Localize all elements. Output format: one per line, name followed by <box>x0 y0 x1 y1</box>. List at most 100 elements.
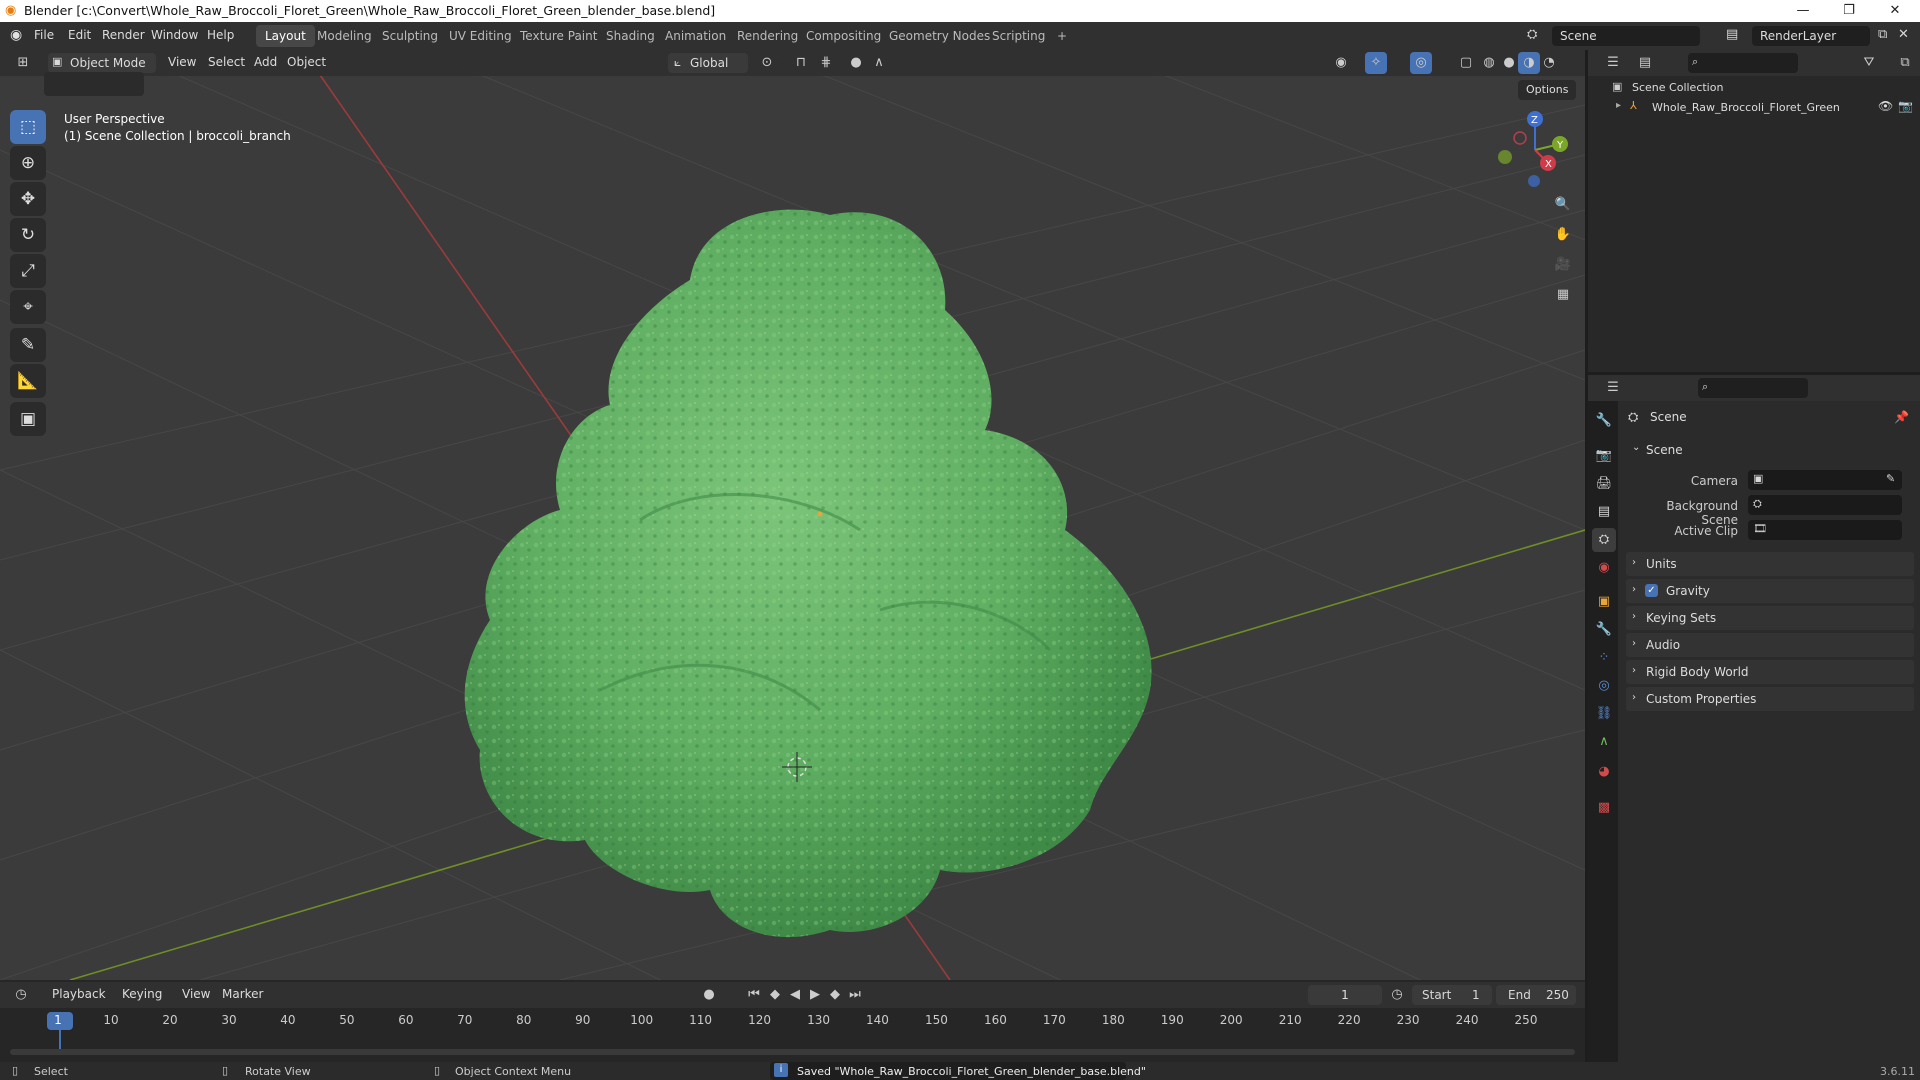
blender-menu-icon[interactable]: ◉ <box>10 27 22 43</box>
timeline-menu-playback[interactable]: Playback <box>52 987 106 1001</box>
add-workspace-button[interactable]: + <box>1048 25 1076 47</box>
physics-tab-icon[interactable]: ◎ <box>1592 674 1616 698</box>
outliner-search-input[interactable] <box>1688 53 1798 73</box>
object-tab-icon[interactable]: ▣ <box>1592 590 1616 614</box>
menu-window[interactable]: Window <box>151 28 198 42</box>
display-mode-icon[interactable]: ▤ <box>1634 52 1656 74</box>
panel-gravity[interactable]: Gravity <box>1626 579 1914 603</box>
output-tab-icon[interactable]: 🖨 <box>1592 472 1616 496</box>
tab-compositing[interactable]: Compositing <box>797 25 890 47</box>
render-camera-icon[interactable]: 📷 <box>1898 99 1913 113</box>
gravity-checkbox[interactable]: ✓ <box>1645 584 1658 597</box>
visibility-eye-icon[interactable]: 👁 <box>1878 99 1893 113</box>
panel-custom-properties[interactable]: Custom Properties <box>1626 687 1914 711</box>
properties-editor-type-icon[interactable]: ☰ <box>1602 377 1624 399</box>
move-tool-icon[interactable]: ✥ <box>10 182 46 216</box>
active-clip-field[interactable] <box>1748 520 1902 540</box>
falloff-icon[interactable]: ∧ <box>868 52 890 74</box>
visibility-icon[interactable]: ◉ <box>1330 52 1352 74</box>
material-shading-icon[interactable]: ◑ <box>1518 52 1540 74</box>
particles-tab-icon[interactable]: ⁘ <box>1592 646 1616 670</box>
overlays-toggle-icon[interactable]: ◎ <box>1410 52 1432 74</box>
rendered-shading-icon[interactable]: ◔ <box>1538 52 1560 74</box>
properties-search-input[interactable] <box>1698 378 1808 398</box>
cursor-tool-icon[interactable]: ⊕ <box>10 146 46 180</box>
background-scene-field[interactable] <box>1748 495 1902 515</box>
editor-type-icon[interactable]: ⊞ <box>12 52 34 74</box>
menu-help[interactable]: Help <box>207 28 234 42</box>
panel-units[interactable]: Units <box>1626 552 1914 576</box>
panel-keying-sets[interactable]: Keying Sets <box>1626 606 1914 630</box>
current-frame-field[interactable]: 1 <box>1308 985 1382 1005</box>
maximize-button[interactable]: ❐ <box>1826 0 1872 22</box>
scene-tab-icon[interactable]: ⛭ <box>1592 528 1616 552</box>
scene-browse-icon[interactable]: ⛭ <box>1527 27 1537 42</box>
view-layer-field[interactable]: RenderLayer <box>1752 26 1870 46</box>
timeline-scrollbar[interactable] <box>10 1049 1575 1055</box>
broccoli-mesh[interactable] <box>464 209 1152 938</box>
timeline-menu-keying[interactable]: Keying <box>122 987 162 1001</box>
add-view-layer-icon[interactable]: ⧉ <box>1878 27 1887 42</box>
tab-uv-editing[interactable]: UV Editing <box>440 25 521 47</box>
gizmo-toggle-icon[interactable]: ✧ <box>1365 52 1387 74</box>
solid-shading-icon[interactable]: ● <box>1498 52 1520 74</box>
camera-view-icon[interactable]: 🎥 <box>1552 254 1574 276</box>
modifier-tab-icon[interactable]: 🔧 <box>1592 618 1616 642</box>
tab-texture-paint[interactable]: Texture Paint <box>511 25 606 47</box>
viewport-menu-object[interactable]: Object <box>287 55 326 69</box>
menu-file[interactable]: File <box>34 28 54 42</box>
pan-hand-icon[interactable]: ✋ <box>1552 224 1574 246</box>
wireframe-shading-icon[interactable]: ◍ <box>1478 52 1500 74</box>
auto-keying-icon[interactable]: ● <box>698 984 720 1006</box>
filter-icon[interactable]: ⛛ <box>1858 52 1880 74</box>
timeline-menu-marker[interactable]: Marker <box>222 987 263 1001</box>
menu-edit[interactable]: Edit <box>68 28 91 42</box>
minimize-button[interactable]: — <box>1780 0 1826 22</box>
add-cube-tool-icon[interactable]: ▣ <box>10 402 46 436</box>
texture-tab-icon[interactable]: ▩ <box>1592 796 1616 820</box>
eyedropper-icon[interactable]: ✎ <box>1886 472 1895 485</box>
view-layer-tab-icon[interactable]: ▤ <box>1592 500 1616 524</box>
prev-keyframe-icon[interactable]: ◆ <box>764 984 786 1006</box>
object-mode-dropdown[interactable]: Object Mode <box>48 53 156 73</box>
preview-range-icon[interactable]: ◷ <box>1386 984 1408 1006</box>
material-tab-icon[interactable]: ◕ <box>1592 760 1616 784</box>
zoom-icon[interactable]: 🔍 <box>1552 194 1574 216</box>
outliner-scene-collection[interactable]: Scene Collection <box>1632 81 1723 94</box>
timeline-editor-type-icon[interactable]: ◷ <box>10 984 32 1006</box>
data-tab-icon[interactable]: ∧ <box>1592 730 1616 754</box>
play-reverse-icon[interactable]: ◀ <box>784 984 806 1006</box>
tab-geometry-nodes[interactable]: Geometry Nodes <box>880 25 999 47</box>
scale-tool-icon[interactable]: ⤢ <box>10 254 46 288</box>
xray-icon[interactable]: ▢ <box>1455 52 1477 74</box>
pin-icon[interactable]: 📌 <box>1894 410 1909 424</box>
viewport-menu-add[interactable]: Add <box>254 55 277 69</box>
annotate-tool-icon[interactable]: ✎ <box>10 328 46 362</box>
new-collection-icon[interactable]: ⧉ <box>1894 52 1916 74</box>
tab-rendering[interactable]: Rendering <box>728 25 807 47</box>
constraints-tab-icon[interactable]: ⛓ <box>1592 702 1616 726</box>
proportional-editing-icon[interactable]: ● <box>845 52 867 74</box>
next-keyframe-icon[interactable]: ◆ <box>824 984 846 1006</box>
world-tab-icon[interactable]: ◉ <box>1592 556 1616 580</box>
measure-tool-icon[interactable]: 📐 <box>10 364 46 398</box>
render-tab-icon[interactable]: 📷 <box>1592 444 1616 468</box>
jump-start-icon[interactable]: ⏮ <box>743 984 765 1006</box>
tool-tab-icon[interactable]: 🔧 <box>1592 409 1616 433</box>
select-mode-buttons[interactable] <box>44 72 144 96</box>
scene-name-field[interactable]: Scene <box>1552 26 1700 46</box>
options-button[interactable]: Options <box>1518 80 1577 100</box>
outliner-editor-type-icon[interactable]: ☰ <box>1602 52 1624 74</box>
outliner-item[interactable]: Whole_Raw_Broccoli_Floret_Green <box>1652 101 1840 114</box>
camera-field[interactable] <box>1748 470 1902 490</box>
tab-sculpting[interactable]: Sculpting <box>373 25 447 47</box>
tab-layout[interactable]: Layout <box>256 25 315 47</box>
menu-render[interactable]: Render <box>102 28 145 42</box>
panel-audio[interactable]: Audio <box>1626 633 1914 657</box>
perspective-toggle-icon[interactable]: ▦ <box>1552 284 1574 306</box>
transform-tool-icon[interactable]: ⌖ <box>10 290 46 324</box>
snap-target-icon[interactable]: ⋕ <box>815 52 837 74</box>
viewport-menu-select[interactable]: Select <box>208 55 245 69</box>
rotate-tool-icon[interactable]: ↻ <box>10 218 46 252</box>
3d-viewport[interactable]: Z Y X <box>0 50 1585 980</box>
